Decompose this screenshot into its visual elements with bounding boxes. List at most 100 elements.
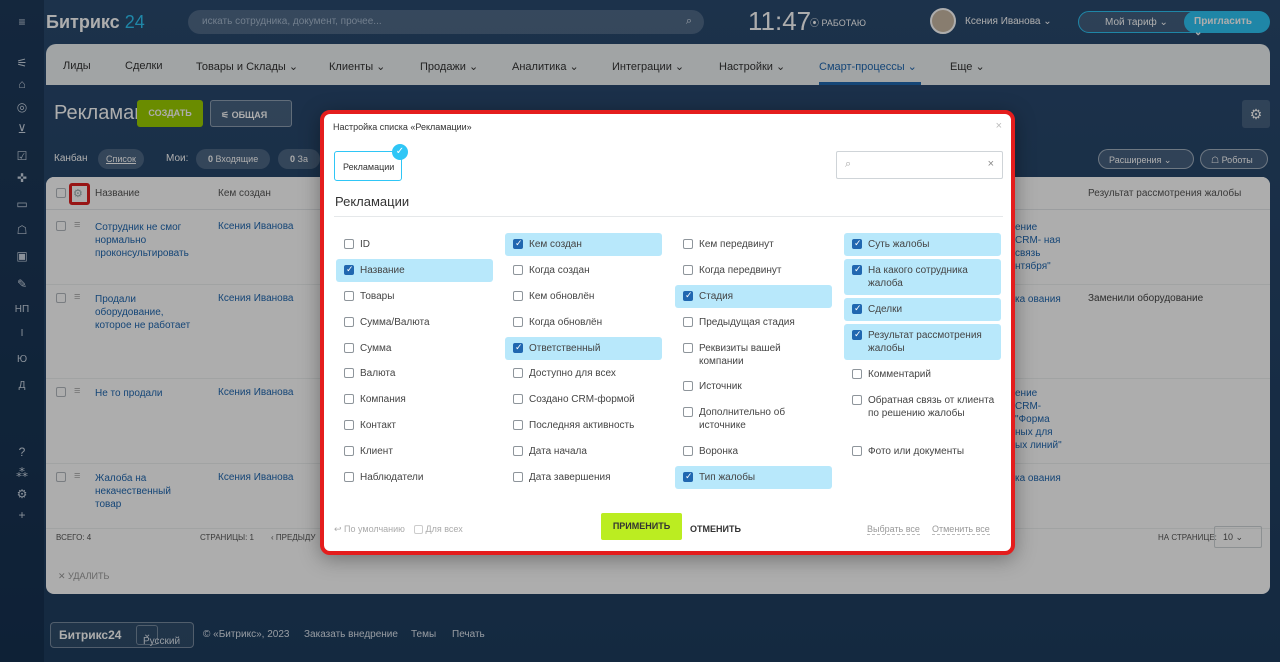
field-checkbox[interactable]: ID [336, 233, 493, 256]
checkbox[interactable] [683, 317, 693, 327]
apply-button[interactable]: ПРИМЕНИТЬ [601, 513, 682, 540]
checkbox[interactable] [513, 368, 523, 378]
field-checkbox[interactable]: Суть жалобы [844, 233, 1001, 256]
field-label: Сумма/Валюта [360, 317, 430, 328]
checkbox[interactable] [683, 407, 693, 417]
checkbox[interactable] [852, 263, 862, 276]
field-checkbox[interactable]: Кем создан [505, 233, 662, 256]
checkbox[interactable] [513, 291, 523, 301]
checkbox[interactable] [513, 420, 523, 430]
field-checkbox[interactable]: Дата начала [505, 440, 662, 463]
field-label: Контакт [360, 420, 397, 431]
checkbox[interactable] [513, 317, 523, 327]
field-checkbox[interactable]: Дата завершения [505, 466, 662, 489]
field-checkbox[interactable]: Сделки [844, 298, 1001, 321]
field-label: Товары [360, 291, 395, 302]
checkbox[interactable] [852, 395, 862, 405]
cancel-button[interactable]: ОТМЕНИТЬ [690, 524, 741, 534]
checkbox[interactable] [683, 289, 693, 302]
checkbox[interactable] [683, 470, 693, 483]
field-checkbox[interactable]: Наблюдатели [336, 466, 493, 489]
checkbox[interactable] [683, 446, 693, 456]
entity-tag[interactable]: Рекламации ✓ [334, 144, 408, 181]
close-icon[interactable]: × [996, 120, 1002, 132]
field-checkbox[interactable]: Когда обновлён [505, 311, 662, 334]
checkbox[interactable] [513, 341, 523, 354]
field-checkbox[interactable]: Предыдущая стадия [675, 311, 832, 334]
field-checkbox[interactable]: Когда создан [505, 259, 662, 282]
checkbox[interactable] [513, 472, 523, 482]
checkbox[interactable] [344, 291, 354, 301]
checkbox[interactable] [852, 369, 862, 379]
checkbox[interactable] [344, 368, 354, 378]
field-label: Суть жалобы [868, 239, 930, 250]
field-checkbox[interactable]: Фото или документы [844, 440, 1001, 463]
checkbox[interactable] [344, 472, 354, 482]
checkbox[interactable] [683, 343, 693, 353]
field-checkbox[interactable]: Тип жалобы [675, 466, 832, 489]
field-checkbox[interactable]: Кем обновлён [505, 285, 662, 308]
field-checkbox[interactable]: Доступно для всех [505, 362, 662, 385]
select-all-link[interactable]: Выбрать все [867, 524, 920, 535]
dialog-title: Настройка списка «Рекламации» [333, 122, 472, 132]
field-label: Реквизиты вашей компании [699, 343, 781, 367]
field-label: Фото или документы [868, 446, 965, 457]
field-checkbox[interactable]: Сумма [336, 337, 493, 360]
checkbox[interactable] [344, 343, 354, 353]
checkbox[interactable] [683, 239, 693, 249]
checkbox[interactable] [852, 328, 862, 341]
checkbox[interactable] [344, 317, 354, 327]
field-label: Комментарий [868, 369, 931, 380]
checkbox[interactable] [344, 394, 354, 404]
field-checkbox[interactable]: Когда передвинут [675, 259, 832, 282]
checkbox[interactable] [683, 265, 693, 275]
checkbox[interactable] [513, 237, 523, 250]
field-label: Источник [699, 381, 742, 392]
field-checkbox[interactable]: Название [336, 259, 493, 282]
field-checkbox[interactable]: Обратная связь от клиента по решению жал… [844, 389, 1001, 425]
field-label: Валюта [360, 368, 396, 379]
field-label: Стадия [699, 291, 734, 302]
clear-icon[interactable]: × [988, 158, 994, 170]
field-label: Когда обновлён [529, 317, 603, 328]
field-checkbox[interactable]: Клиент [336, 440, 493, 463]
field-label: Результат рассмотрения жалобы [868, 330, 982, 354]
checkbox[interactable] [683, 381, 693, 391]
field-label: Дополнительно об источнике [699, 407, 786, 431]
checkbox[interactable] [513, 446, 523, 456]
field-checkbox[interactable]: Кем передвинут [675, 233, 832, 256]
field-checkbox[interactable]: Компания [336, 388, 493, 411]
field-checkbox[interactable]: Контакт [336, 414, 493, 437]
field-checkbox[interactable]: Сумма/Валюта [336, 311, 493, 334]
field-checkbox[interactable]: Комментарий [844, 363, 1001, 386]
checkbox[interactable] [852, 446, 862, 456]
field-label: Дата завершения [529, 472, 611, 483]
checkbox[interactable] [344, 420, 354, 430]
deselect-all-link[interactable]: Отменить все [932, 524, 990, 535]
checkbox[interactable] [852, 237, 862, 250]
field-label: Воронка [699, 446, 739, 457]
checkbox[interactable] [513, 394, 523, 404]
field-checkbox[interactable]: Последняя активность [505, 414, 662, 437]
field-search-input[interactable]: ⌕ × [836, 151, 1003, 179]
field-checkbox[interactable]: Стадия [675, 285, 832, 308]
checkbox[interactable] [513, 265, 523, 275]
field-label: Ответственный [529, 343, 601, 354]
checkbox[interactable] [344, 446, 354, 456]
field-checkbox[interactable]: Реквизиты вашей компании [675, 337, 832, 373]
field-checkbox[interactable]: Создано CRM-формой [505, 388, 662, 411]
field-checkbox[interactable]: Результат рассмотрения жалобы [844, 324, 1001, 360]
field-checkbox[interactable]: На какого сотрудника жалоба [844, 259, 1001, 295]
checkbox[interactable] [344, 239, 354, 249]
field-checkbox[interactable]: Валюта [336, 362, 493, 385]
field-checkbox[interactable]: Ответственный [505, 337, 662, 360]
checkbox[interactable] [852, 302, 862, 315]
field-checkbox[interactable]: Источник [675, 375, 832, 398]
field-checkbox[interactable]: Товары [336, 285, 493, 308]
checkbox[interactable] [344, 263, 354, 276]
field-label: Предыдущая стадия [699, 317, 795, 328]
field-checkbox[interactable]: Воронка [675, 440, 832, 463]
for-all-checkbox[interactable]: Для всех [414, 524, 463, 535]
field-checkbox[interactable]: Дополнительно об источнике [675, 401, 832, 437]
reset-default-link[interactable]: ↩ По умолчанию [334, 524, 405, 535]
